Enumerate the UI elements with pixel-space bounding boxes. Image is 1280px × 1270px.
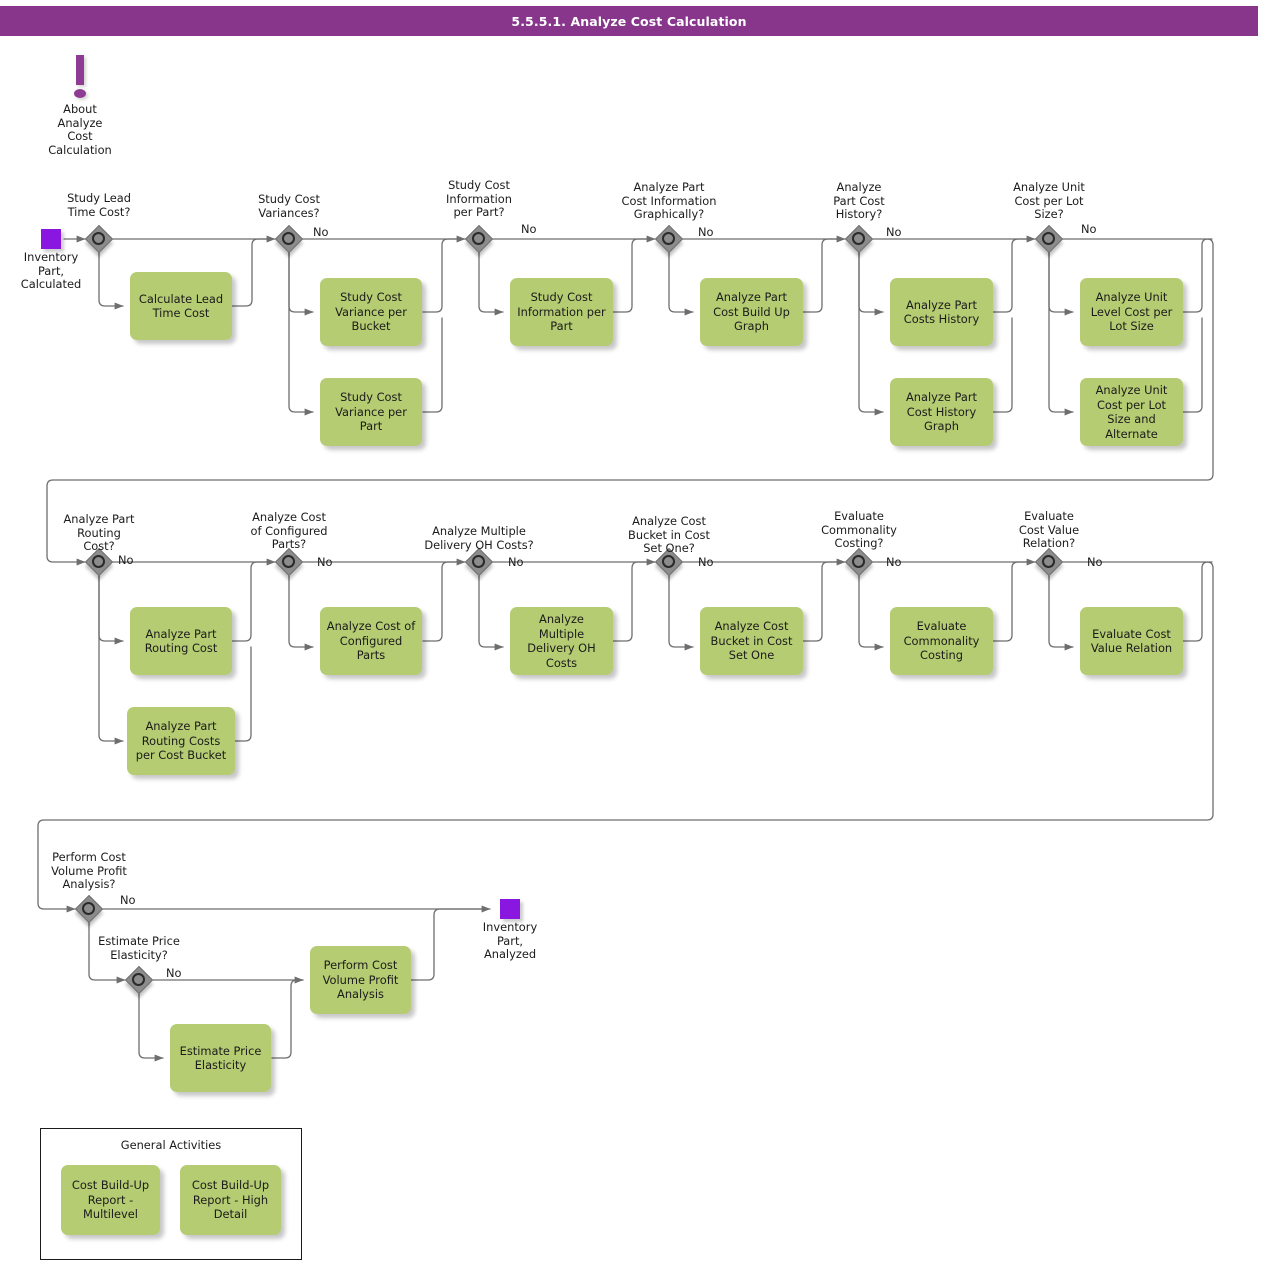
branch-label-analyze-part-cost-information-graphically: No <box>698 225 714 239</box>
task-evaluate-commonality-costing[interactable]: Evaluate Commonality Costing <box>890 607 993 675</box>
gateway-analyze-multiple-delivery-oh-costs[interactable] <box>464 547 494 577</box>
gateway-analyze-unit-cost-per-lot-size[interactable] <box>1034 224 1064 254</box>
annotation-label: About Analyze Cost Calculation <box>48 102 112 157</box>
start-event-label: Inventory Part, Calculated <box>20 250 82 292</box>
branch-label-analyze-unit-cost-per-lot-size: No <box>1081 222 1097 236</box>
branch-label-analyze-cost-bucket-in-cost-set-one: No <box>698 555 714 569</box>
gateway-label-study-cost-variances: Study Cost Variances? <box>258 192 320 220</box>
task-cost-build-up-report-multilevel[interactable]: Cost Build-Up Report - Multilevel <box>61 1165 160 1235</box>
task-analyze-unit-level-cost-per-lot-size[interactable]: Analyze Unit Level Cost per Lot Size <box>1080 278 1183 346</box>
task-study-cost-information-per-part[interactable]: Study Cost Information per Part <box>510 278 613 346</box>
task-analyze-cost-of-configured-parts[interactable]: Analyze Cost of Configured Parts <box>320 607 422 675</box>
gateway-estimate-price-elasticity[interactable] <box>124 965 154 995</box>
gateway-label-analyze-multiple-delivery-oh-costs: Analyze Multiple Delivery OH Costs? <box>424 524 534 552</box>
task-cost-build-up-report-high-detail[interactable]: Cost Build-Up Report - High Detail <box>180 1165 281 1235</box>
end-event-inventory-part-analyzed[interactable] <box>500 899 520 919</box>
gateway-evaluate-commonality-costing[interactable] <box>844 547 874 577</box>
task-analyze-cost-bucket-in-cost-set-one[interactable]: Analyze Cost Bucket in Cost Set One <box>700 607 803 675</box>
task-analyze-part-cost-history-graph[interactable]: Analyze Part Cost History Graph <box>890 378 993 446</box>
branch-label-perform-cost-volume-profit-analysis: No <box>120 893 136 907</box>
gateway-label-study-cost-information-per-part: Study Cost Information per Part? <box>446 178 512 220</box>
task-study-cost-variance-per-part[interactable]: Study Cost Variance per Part <box>320 378 422 446</box>
task-analyze-part-routing-costs-per-cost-bucket[interactable]: Analyze Part Routing Costs per Cost Buck… <box>127 707 235 775</box>
task-analyze-part-cost-build-up-graph[interactable]: Analyze Part Cost Build Up Graph <box>700 278 803 346</box>
gateway-label-evaluate-cost-value-relation: Evaluate Cost Value Relation? <box>1018 509 1080 551</box>
task-calculate-lead-time-cost[interactable]: Calculate Lead Time Cost <box>130 272 232 340</box>
exclamation-icon <box>67 55 93 103</box>
gateway-label-perform-cost-volume-profit-analysis: Perform Cost Volume Profit Analysis? <box>51 850 127 892</box>
gateway-label-estimate-price-elasticity: Estimate Price Elasticity? <box>98 934 180 962</box>
gateway-study-lead-time-cost[interactable] <box>84 224 114 254</box>
branch-label-evaluate-commonality-costing: No <box>886 555 902 569</box>
start-event-inventory-part-calculated[interactable] <box>41 229 61 249</box>
general-activities-title: General Activities <box>120 1138 222 1152</box>
gateway-analyze-part-cost-history[interactable] <box>844 224 874 254</box>
gateway-label-analyze-part-routing-cost: Analyze Part Routing Cost? <box>63 512 135 554</box>
task-analyze-part-routing-cost[interactable]: Analyze Part Routing Cost <box>130 607 232 675</box>
gateway-label-analyze-cost-of-configured-parts: Analyze Cost of Configured Parts? <box>250 510 328 552</box>
task-analyze-part-costs-history[interactable]: Analyze Part Costs History <box>890 278 993 346</box>
gateway-label-analyze-part-cost-history: Analyze Part Cost History? <box>833 180 885 222</box>
gateway-label-analyze-unit-cost-per-lot-size: Analyze Unit Cost per Lot Size? <box>1013 180 1085 222</box>
branch-label-analyze-cost-of-configured-parts: No <box>317 555 333 569</box>
end-event-label: Inventory Part, Analyzed <box>482 920 538 962</box>
task-analyze-multiple-delivery-oh-costs[interactable]: Analyze Multiple Delivery OH Costs <box>510 607 613 675</box>
gateway-label-evaluate-commonality-costing: Evaluate Commonality Costing? <box>821 509 897 551</box>
task-estimate-price-elasticity[interactable]: Estimate Price Elasticity <box>170 1024 271 1092</box>
branch-label-analyze-part-cost-history: No <box>886 225 902 239</box>
branch-label-study-cost-information-per-part: No <box>521 222 537 236</box>
branch-label-estimate-price-elasticity: No <box>166 966 182 980</box>
task-perform-cost-volume-profit-analysis[interactable]: Perform Cost Volume Profit Analysis <box>310 946 411 1014</box>
process-diagram-canvas: 5.5.5.1. Analyze Cost Calculation About … <box>0 0 1280 1270</box>
page-title: 5.5.5.1. Analyze Cost Calculation <box>0 6 1258 36</box>
task-study-cost-variance-per-bucket[interactable]: Study Cost Variance per Bucket <box>320 278 422 346</box>
gateway-evaluate-cost-value-relation[interactable] <box>1034 547 1064 577</box>
branch-label-study-cost-variances: No <box>313 225 329 239</box>
branch-label-analyze-part-routing-cost: No <box>118 553 134 567</box>
gateway-label-analyze-cost-bucket-in-cost-set-one: Analyze Cost Bucket in Cost Set One? <box>628 514 710 556</box>
task-evaluate-cost-value-relation[interactable]: Evaluate Cost Value Relation <box>1080 607 1183 675</box>
task-analyze-unit-cost-per-lot-size-and-alternate[interactable]: Analyze Unit Cost per Lot Size and Alter… <box>1080 378 1183 446</box>
gateway-study-cost-information-per-part[interactable] <box>464 224 494 254</box>
gateway-label-study-lead-time-cost: Study Lead Time Cost? <box>67 191 131 219</box>
gateway-analyze-part-cost-information-graphically[interactable] <box>654 224 684 254</box>
gateway-label-analyze-part-cost-information-graphically: Analyze Part Cost Information Graphicall… <box>621 180 717 222</box>
gateway-perform-cost-volume-profit-analysis[interactable] <box>74 894 104 924</box>
branch-label-analyze-multiple-delivery-oh-costs: No <box>508 555 524 569</box>
gateway-study-cost-variances[interactable] <box>274 224 304 254</box>
gateway-analyze-cost-of-configured-parts[interactable] <box>274 547 304 577</box>
branch-label-evaluate-cost-value-relation: No <box>1087 555 1103 569</box>
